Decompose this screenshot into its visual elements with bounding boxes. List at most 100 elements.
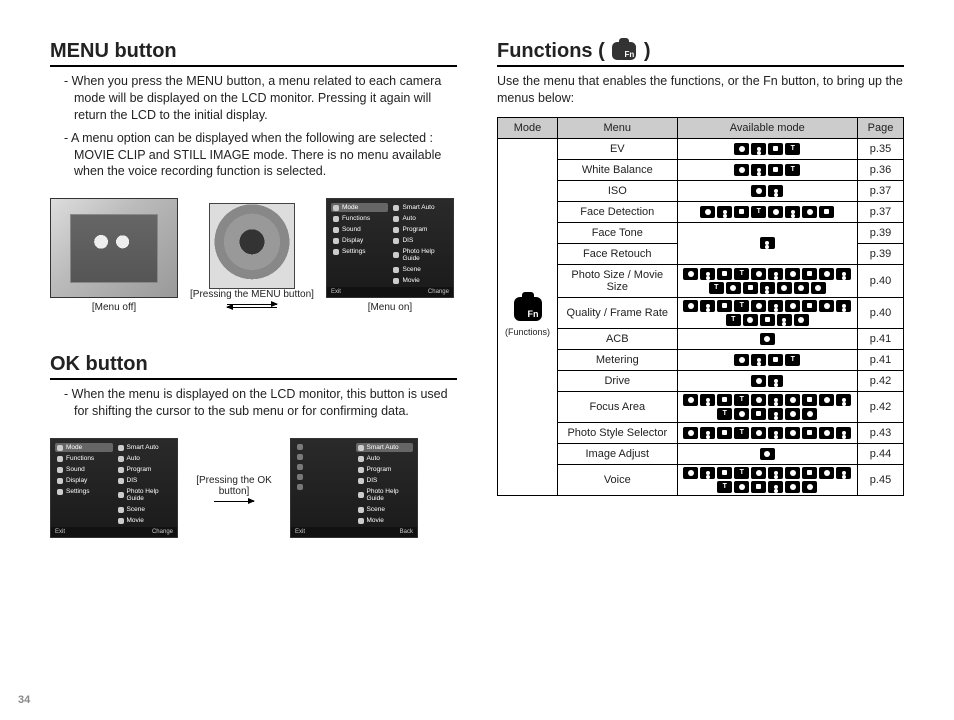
table-row: Photo Size / Movie Sizep.40 <box>498 264 904 297</box>
functions-heading-suffix: ) <box>638 40 650 62</box>
mode-icon <box>785 408 800 420</box>
dot-icon <box>297 484 303 490</box>
mode-icon <box>802 467 817 479</box>
footer-back: Back <box>400 529 413 535</box>
mode-icon <box>717 300 732 312</box>
table-row: Voicep.45 <box>498 464 904 495</box>
mode-icon <box>717 268 732 280</box>
menu-right-label: Program <box>367 466 392 473</box>
arrow-left-icon <box>227 307 277 308</box>
menu-left-label: Sound <box>66 466 85 473</box>
mode-icon <box>760 282 775 294</box>
footer-exit: Exit <box>331 289 341 295</box>
mode-icon <box>709 282 724 294</box>
mode-icon <box>751 354 766 366</box>
mode-icon-row <box>682 427 853 439</box>
dot-icon <box>358 445 364 451</box>
mode-icon <box>785 394 800 406</box>
sound-icon <box>333 227 339 233</box>
menu-right-label: Scene <box>402 266 420 273</box>
footer-change: Change <box>152 529 173 535</box>
mode-icon <box>768 481 783 493</box>
menu-right-label: Program <box>127 466 152 473</box>
page-cell: p.42 <box>858 391 904 422</box>
camera-fn-icon <box>514 297 542 321</box>
menu-left-label: Functions <box>66 455 94 462</box>
lcd-dial-illustration <box>209 203 295 289</box>
page-cell: p.35 <box>858 138 904 159</box>
menu-screens-row: [Menu off] [Pressing the MENU button] Mo… <box>50 198 457 313</box>
dot-icon <box>358 507 364 513</box>
fn-icon <box>57 456 63 462</box>
menu-item-smartauto: Smart Auto <box>116 443 174 452</box>
menu-footer: Exit Change <box>327 287 453 297</box>
menu-item-functions: Functions <box>331 214 389 223</box>
dot-icon <box>393 238 399 244</box>
mode-icon <box>760 237 775 249</box>
menu-cell: Quality / Frame Rate <box>558 297 678 328</box>
page-cell: p.41 <box>858 328 904 349</box>
display-icon <box>333 238 339 244</box>
menu-item-dim <box>295 443 353 451</box>
caption-menu-on: [Menu on] <box>368 302 412 313</box>
menu-left-label: Settings <box>342 248 366 255</box>
mode-icon <box>751 185 766 197</box>
menu-item-movie: Movie <box>391 276 449 285</box>
mode-icon-row <box>682 185 853 197</box>
table-row: Image Adjustp.44 <box>498 443 904 464</box>
mode-icon-row <box>682 333 853 345</box>
table-row: Drivep.42 <box>498 370 904 391</box>
mode-icon <box>785 206 800 218</box>
available-mode-cell <box>677 328 857 349</box>
mode-icon <box>785 354 800 366</box>
mode-icon <box>785 427 800 439</box>
mode-icon-row <box>682 268 853 294</box>
menu-item-mode: Mode <box>331 203 389 212</box>
page-cell: p.37 <box>858 201 904 222</box>
dot-icon <box>358 492 364 498</box>
menu-item-scene: Scene <box>356 505 414 514</box>
menu-footer: Exit Change <box>51 527 177 537</box>
mode-icon <box>734 268 749 280</box>
menu-item-sound: Sound <box>331 225 389 234</box>
menu-item-movie: Movie <box>356 516 414 525</box>
menu-right-label: Scene <box>127 506 145 513</box>
menu-cell: Image Adjust <box>558 443 678 464</box>
table-row: (Functions)EVp.35 <box>498 138 904 159</box>
menu-para-1: When you press the MENU button, a menu r… <box>64 73 457 124</box>
menu-item-scene: Scene <box>116 505 174 514</box>
menu-item-sound: Sound <box>55 465 113 474</box>
mode-icon <box>819 268 834 280</box>
mode-icon <box>802 427 817 439</box>
menu-para-2: A menu option can be displayed when the … <box>64 130 457 181</box>
page-cell: p.39 <box>858 243 904 264</box>
mode-icon <box>802 408 817 420</box>
mode-icon <box>819 206 834 218</box>
dot-icon <box>118 478 124 484</box>
footer-change: Change <box>428 289 449 295</box>
dot-icon <box>297 474 303 480</box>
menu-cell: ISO <box>558 180 678 201</box>
menu-right-label: DIS <box>367 477 378 484</box>
menu-item-scene: Scene <box>391 265 449 274</box>
ok-button-heading: OK button <box>50 353 457 380</box>
mode-icon <box>836 467 851 479</box>
mode-icon <box>751 268 766 280</box>
dot-icon <box>393 278 399 284</box>
mode-icon <box>802 394 817 406</box>
dot-icon <box>358 478 364 484</box>
mode-icon <box>768 185 783 197</box>
mode-icon <box>760 448 775 460</box>
available-mode-cell <box>677 159 857 180</box>
caption-menu-off: [Menu off] <box>92 302 136 313</box>
functions-heading: Functions ( ) <box>497 40 904 67</box>
available-mode-cell <box>677 443 857 464</box>
th-page: Page <box>858 117 904 138</box>
mode-icon <box>768 467 783 479</box>
mode-icon <box>717 408 732 420</box>
menu-right-label: Movie <box>402 277 419 284</box>
mode-icon <box>700 206 715 218</box>
mode-icon <box>836 427 851 439</box>
mode-icon <box>819 300 834 312</box>
mode-icon <box>751 300 766 312</box>
